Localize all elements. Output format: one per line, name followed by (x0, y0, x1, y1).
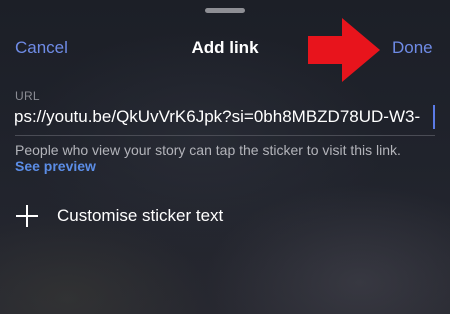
text-cursor (433, 105, 435, 129)
add-link-sheet: Cancel Add link Done URL People who view… (0, 0, 450, 314)
url-label: URL (15, 89, 40, 103)
plus-icon (15, 204, 39, 228)
red-arrow-right-icon (308, 18, 380, 82)
drag-handle[interactable] (205, 8, 245, 13)
customise-sticker-text-button[interactable]: Customise sticker text (15, 200, 315, 232)
url-divider (15, 135, 435, 136)
page-title: Add link (191, 38, 259, 57)
helper-text: People who view your story can tap the s… (15, 142, 401, 158)
see-preview-link[interactable]: See preview (15, 158, 96, 175)
url-input[interactable] (14, 104, 436, 130)
done-button[interactable]: Done (392, 38, 433, 58)
customise-sticker-text-label: Customise sticker text (57, 206, 224, 225)
